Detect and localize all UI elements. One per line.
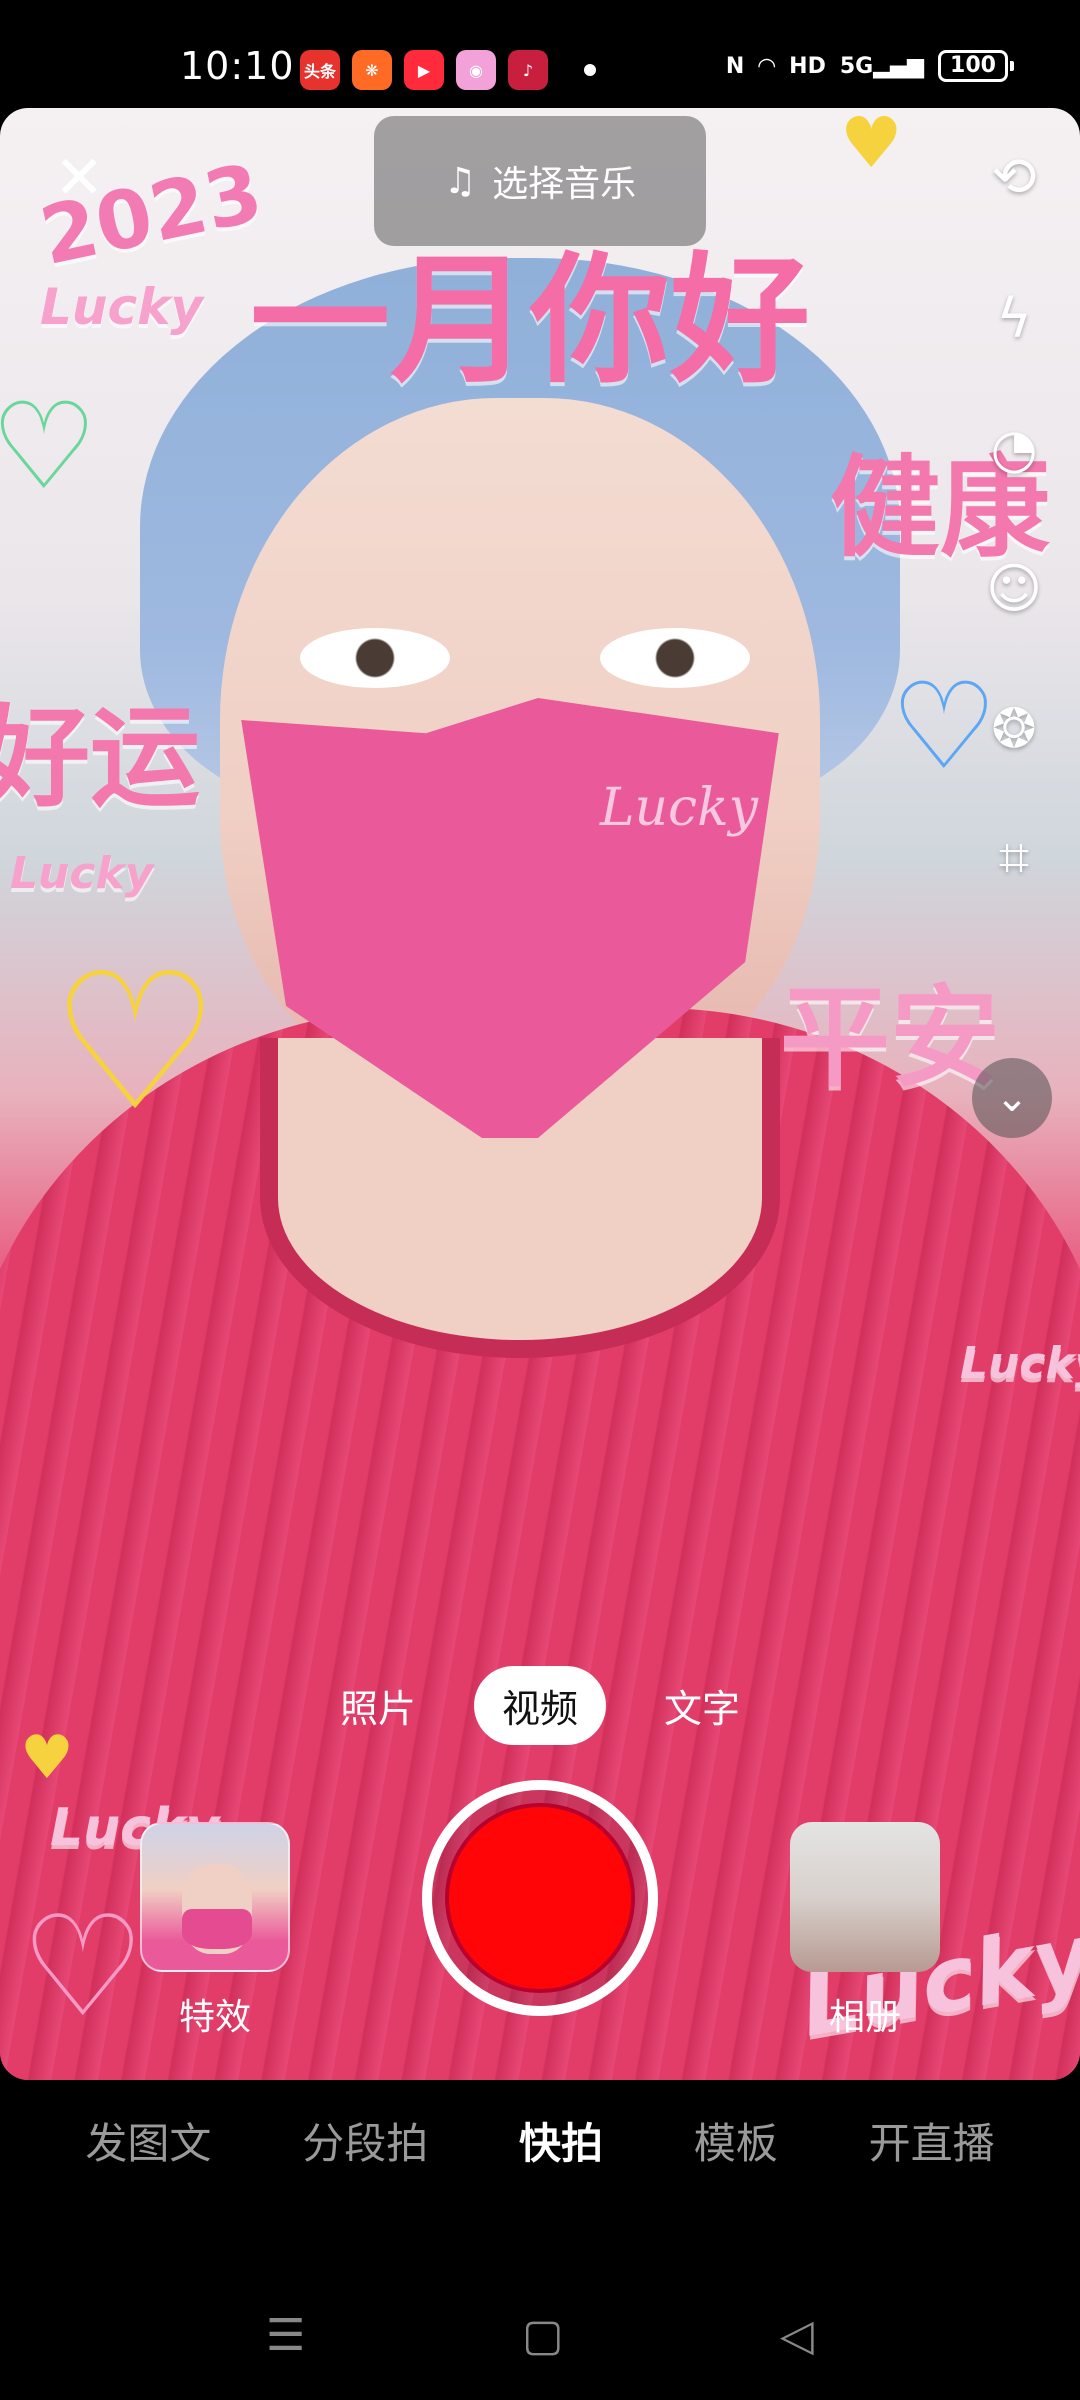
battery-icon: 100 xyxy=(938,50,1014,82)
tab-quick-shoot[interactable]: 快拍 xyxy=(519,2110,603,2171)
yellow-heart-sticker: ♡ xyxy=(50,932,221,1153)
album-button[interactable] xyxy=(790,1822,940,1972)
tab-go-live[interactable]: 开直播 xyxy=(869,2110,995,2171)
flash-off-icon[interactable]: ϟ xyxy=(974,278,1054,358)
sticker-lucky-3: Lucky xyxy=(960,1338,1080,1389)
kuaishou-app-icon: ❋ xyxy=(352,50,392,90)
notification-dot xyxy=(584,64,596,76)
top-yellow-heart-sticker: ♥ xyxy=(840,108,903,184)
record-button[interactable] xyxy=(422,1780,658,2016)
mode-video[interactable]: 视频 xyxy=(473,1666,606,1745)
beauty-icon[interactable]: ☺ xyxy=(974,548,1054,628)
select-music-label: 选择音乐 xyxy=(492,164,637,205)
sticker-luck: 好运 xyxy=(0,694,200,822)
hd-icon: HD xyxy=(789,53,826,79)
menu-icon[interactable]: ☰ xyxy=(266,2310,305,2361)
effect-preview-mask xyxy=(182,1909,252,1949)
flip-camera-icon[interactable]: ⟲ xyxy=(974,136,1054,216)
douyin-app-icon: ♪ xyxy=(508,50,548,90)
signal-icon: 5G▂▄▆ xyxy=(839,53,924,79)
status-app-icons: 头条 ❋ ▶ ◉ ♪ xyxy=(300,50,548,90)
record-button-core xyxy=(445,1803,635,1993)
tab-template[interactable]: 模板 xyxy=(694,2110,778,2171)
sticker-lucky-1: Lucky xyxy=(40,278,203,336)
video-app-icon: ▶ xyxy=(404,50,444,90)
toutiao-app-icon: 头条 xyxy=(300,50,340,90)
camera-viewfinder[interactable]: Lucky 2023 Lucky 一月你好 健康 好运 Lucky 平安 Luc… xyxy=(0,108,1080,2080)
home-icon[interactable]: ▢ xyxy=(522,2310,564,2361)
scan-icon[interactable]: ⌗ xyxy=(974,818,1054,898)
mode-photo[interactable]: 照片 xyxy=(312,1666,444,1745)
chevron-down-icon[interactable]: ⌄ xyxy=(972,1058,1052,1138)
select-music-button[interactable]: ♫ 选择音乐 xyxy=(374,116,706,246)
status-time: 10:10 xyxy=(180,44,295,88)
effects-label: 特效 xyxy=(178,1997,251,2038)
status-bar: 10:10 头条 ❋ ▶ ◉ ♪ N ◠ HD 5G▂▄▆ 100 xyxy=(0,0,1080,108)
filter-icon[interactable]: ❂ xyxy=(974,688,1054,768)
sticker-peace: 平安 xyxy=(780,974,1000,1102)
green-heart-sticker: ♡ xyxy=(0,378,98,517)
gallery-app-icon: ◉ xyxy=(456,50,496,90)
wifi-icon: ◠ xyxy=(758,53,776,79)
bottom-mode-tabs: 发图文 分段拍 快拍 模板 开直播 xyxy=(0,2110,1080,2171)
close-icon[interactable]: ✕ xyxy=(54,148,104,208)
mask-text: Lucky xyxy=(600,778,759,838)
sticker-lucky-2: Lucky xyxy=(10,848,154,899)
album-label: 相册 xyxy=(828,1997,901,2038)
tab-image-text[interactable]: 发图文 xyxy=(85,2110,211,2171)
music-note-icon: ♫ xyxy=(443,160,477,202)
tab-segment-shoot[interactable]: 分段拍 xyxy=(302,2110,428,2171)
back-icon[interactable]: ◁ xyxy=(780,2310,814,2361)
status-indicators: N ◠ HD 5G▂▄▆ 100 xyxy=(725,50,1014,82)
effects-button[interactable] xyxy=(140,1822,290,1972)
system-navigation-bar: ☰ ▢ ◁ xyxy=(0,2290,1080,2380)
left-eye xyxy=(300,628,450,688)
right-eye xyxy=(600,628,750,688)
nfc-icon: N xyxy=(725,53,745,79)
pink-heart-sticker: ♡ xyxy=(20,1886,146,2049)
capture-mode-selector: 照片 视频 文字 xyxy=(0,1666,1080,1745)
mode-text[interactable]: 文字 xyxy=(636,1666,768,1745)
timer-icon[interactable]: ◔ xyxy=(974,408,1054,488)
